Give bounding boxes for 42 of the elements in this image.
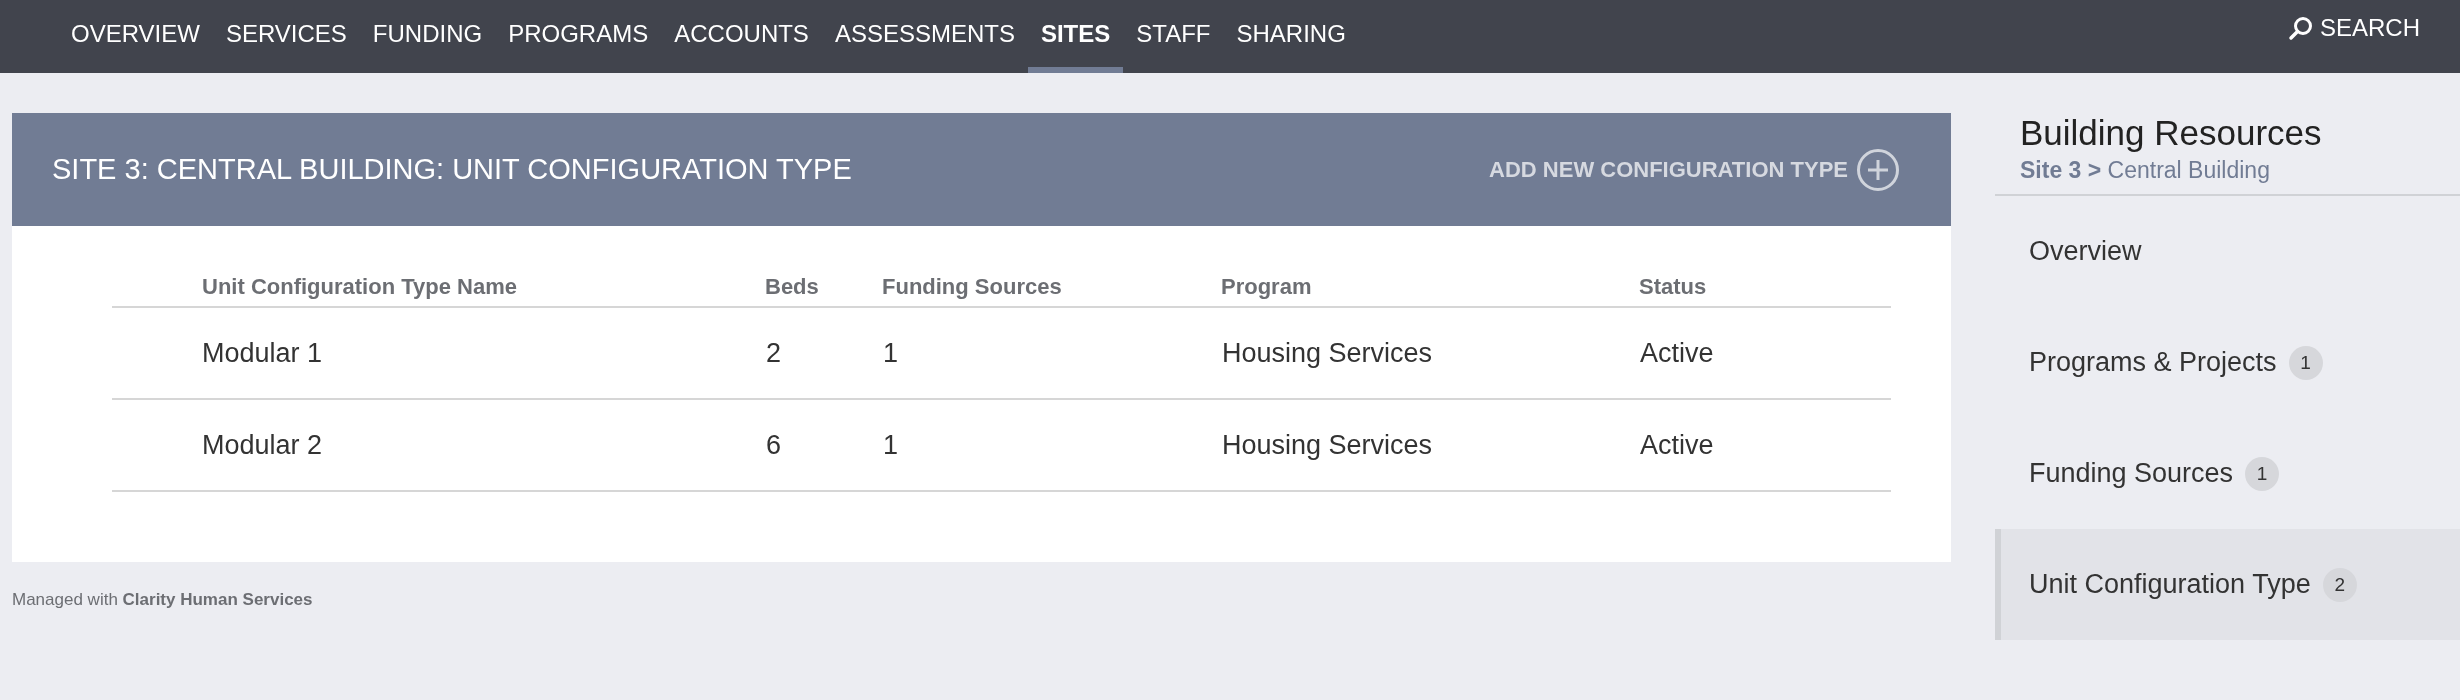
table-cell: 1	[882, 307, 1221, 399]
column-header: Funding Sources	[882, 268, 1221, 307]
sidebar-item[interactable]: Unit Configuration Type 2	[1995, 529, 2460, 640]
table-cell: 6	[765, 399, 882, 491]
table-cell: 2	[765, 307, 882, 399]
sidebar-item[interactable]: Programs & Projects 1	[1995, 307, 2460, 418]
nav-tab[interactable]: SITES	[1027, 0, 1124, 73]
nav-tab[interactable]: OVERVIEW	[58, 0, 213, 73]
table-cell: 1	[882, 399, 1221, 491]
table-cell: Housing Services	[1221, 399, 1639, 491]
sidebar-item[interactable]: Funding Sources 1	[1995, 418, 2460, 529]
breadcrumb: Site 3 > Central Building	[2020, 157, 2271, 184]
nav-tab[interactable]: FUNDING	[359, 0, 496, 73]
sidebar-title: Building Resources	[2020, 113, 2323, 153]
column-header: Unit Configuration Type Name	[112, 268, 765, 307]
nav-tab[interactable]: SERVICES	[212, 0, 360, 73]
footer-text: Managed with Clarity Human Services	[12, 590, 314, 610]
nav-tab[interactable]: SHARING	[1223, 0, 1359, 73]
column-header: Program	[1221, 268, 1639, 307]
nav-tab[interactable]: PROGRAMS	[495, 0, 662, 73]
sidebar-item-label: Unit Configuration Type	[2029, 569, 2311, 600]
sidebar-item[interactable]: Overview	[1995, 196, 2460, 307]
search-icon	[2287, 14, 2314, 41]
sidebar-item-label: Programs & Projects	[2029, 347, 2277, 378]
panel-title: SITE 3: CENTRAL BUILDING: UNIT CONFIGURATION TYPE	[52, 153, 852, 186]
search-button[interactable]: SEARCH	[2277, 0, 2430, 73]
nav-tab[interactable]: ACCOUNTS	[661, 0, 822, 73]
table-cell: Active	[1639, 399, 1891, 491]
sidebar-item-label: Overview	[2029, 236, 2142, 267]
table-cell: Modular 2	[112, 399, 765, 491]
nav-tab[interactable]: STAFF	[1123, 0, 1224, 73]
count-badge: 1	[2288, 345, 2323, 380]
count-badge: 1	[2245, 456, 2280, 491]
column-header: Status	[1639, 268, 1891, 307]
count-badge: 2	[2322, 567, 2357, 602]
column-header: Beds	[765, 268, 882, 307]
sidebar-item-label: Funding Sources	[2029, 458, 2234, 489]
plus-circle-icon	[1856, 147, 1900, 192]
table-cell: Active	[1639, 307, 1891, 399]
table-cell: Modular 1	[112, 307, 765, 399]
nav-tab[interactable]: ASSESSMENTS	[821, 0, 1028, 73]
table-cell: Housing Services	[1221, 307, 1639, 399]
